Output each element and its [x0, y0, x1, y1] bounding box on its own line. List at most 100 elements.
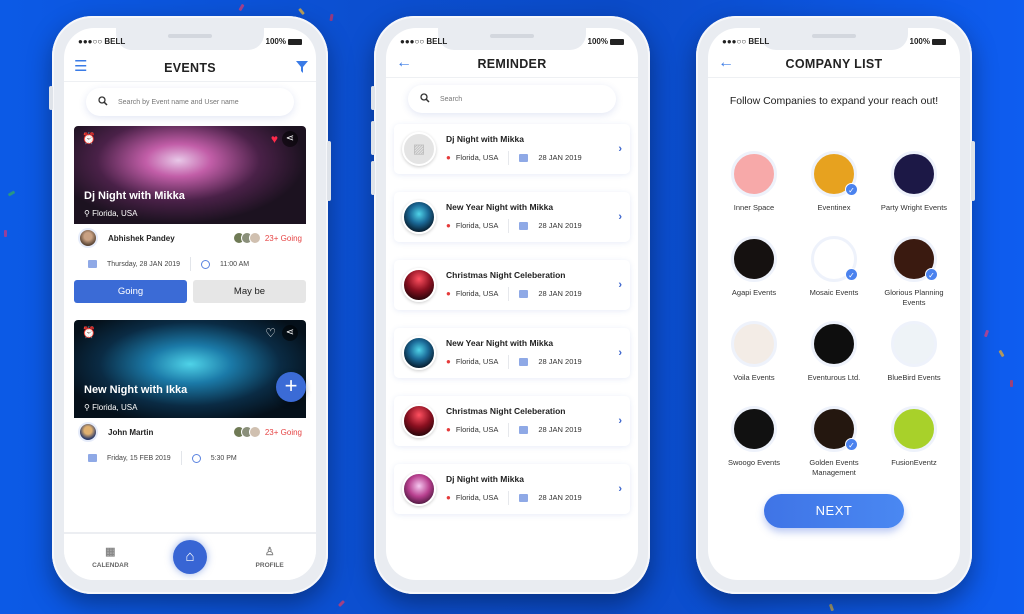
reminder-title: Dj Night with Mikka: [446, 473, 524, 484]
host-avatar[interactable]: [78, 422, 98, 442]
chevron-right-icon[interactable]: ›: [618, 279, 622, 291]
alarm-icon[interactable]: ⏰: [82, 132, 96, 145]
battery-icon: [932, 38, 946, 45]
reminder-thumbnail: [402, 404, 436, 438]
reminder-thumbnail: [402, 336, 436, 370]
company-item[interactable]: Party Wright Events: [874, 151, 954, 230]
location-pin-icon: ●: [446, 153, 451, 162]
chevron-right-icon[interactable]: ›: [618, 347, 622, 359]
calendar-icon: ▦: [105, 545, 116, 558]
tab-calendar[interactable]: ▦ CALENDAR: [80, 546, 140, 569]
company-logo[interactable]: [731, 151, 777, 197]
events-header: ☰ EVENTS: [64, 54, 316, 82]
company-item[interactable]: Swoogo Events: [714, 406, 794, 485]
battery-icon: [610, 38, 624, 45]
home-icon: ⌂: [185, 548, 195, 565]
back-arrow-icon[interactable]: ←: [396, 55, 412, 71]
share-icon[interactable]: ⋖: [282, 131, 298, 147]
heart-outline-icon[interactable]: ♡: [265, 326, 276, 340]
company-name: Mosaic Events: [809, 288, 859, 297]
company-name: Inner Space: [733, 203, 775, 212]
host-avatar[interactable]: [78, 228, 98, 248]
company-item[interactable]: BlueBird Events: [874, 321, 954, 400]
add-event-button[interactable]: +: [276, 372, 306, 402]
company-item[interactable]: ✓ Golden Events Management: [794, 406, 874, 485]
attendee-avatars[interactable]: [232, 232, 261, 244]
reminder-title: Dj Night with Mikka: [446, 133, 524, 144]
check-icon: ✓: [925, 268, 938, 281]
company-logo[interactable]: ✓: [891, 236, 938, 282]
phone-reminder: ●●●○○ BELL 100% ← REMINDER Search ▨ Dj N…: [371, 16, 650, 594]
company-item[interactable]: ✓ Mosaic Events: [794, 236, 874, 315]
chevron-right-icon[interactable]: ›: [618, 143, 622, 155]
chevron-right-icon[interactable]: ›: [618, 483, 622, 495]
back-arrow-icon[interactable]: ←: [718, 55, 734, 71]
reminder-item[interactable]: Christmas Night Celeberation ● Florida, …: [394, 396, 630, 446]
company-name: Voila Events: [733, 373, 775, 382]
company-item[interactable]: Eventurous Ltd.: [794, 321, 874, 400]
company-item[interactable]: Voila Events: [714, 321, 794, 400]
status-bar: ●●●○○ BELL 100%: [78, 37, 302, 46]
reminder-title: Christmas Night Celeberation: [446, 269, 566, 280]
company-logo[interactable]: [891, 151, 937, 197]
reminder-item[interactable]: ▨ Dj Night with Mikka ● Florida, USA 28 …: [394, 124, 630, 174]
attendee-avatars[interactable]: [232, 426, 261, 438]
company-name: Agapi Events: [731, 288, 777, 297]
battery-label: 100%: [909, 37, 930, 46]
menu-icon[interactable]: ☰: [74, 59, 87, 74]
company-logo[interactable]: ✓: [811, 236, 858, 282]
filter-icon[interactable]: [296, 60, 308, 78]
event-card[interactable]: ⏰ ♡ ⋖ New Night with Ikka ⚲ Florida, USA…: [74, 320, 306, 470]
company-item[interactable]: ✓ Glorious Planning Events: [874, 236, 954, 315]
reminder-item[interactable]: Dj Night with Mikka ● Florida, USA 28 JA…: [394, 464, 630, 514]
phone-company-list: ●●●○○ BELL 100% ← COMPANY LIST Follow Co…: [696, 16, 975, 594]
reminder-search-input[interactable]: Search: [408, 85, 616, 113]
company-logo[interactable]: [731, 321, 777, 367]
company-item[interactable]: FusionEventz: [874, 406, 954, 485]
company-logo[interactable]: [891, 406, 937, 452]
company-logo[interactable]: [891, 321, 937, 367]
company-name: Eventurous Ltd.: [807, 373, 861, 382]
event-name: New Night with Ikka: [84, 384, 188, 396]
company-logo[interactable]: [731, 406, 777, 452]
event-date: Friday, 15 FEB 2019: [107, 454, 171, 462]
host-row: Abhishek Pandey 23+ Going: [74, 224, 306, 252]
company-name: Eventinex: [817, 203, 851, 212]
company-item[interactable]: Agapi Events: [714, 236, 794, 315]
going-count[interactable]: 23+ Going: [265, 428, 302, 437]
event-card[interactable]: ⏰ ♥ ⋖ Dj Night with Mikka ⚲ Florida, USA…: [74, 126, 306, 303]
events-search-input[interactable]: Search by Event name and User name: [86, 88, 294, 116]
reminder-item[interactable]: New Year Night with Mikka ● Florida, USA…: [394, 192, 630, 242]
company-logo[interactable]: ✓: [811, 151, 858, 197]
location-pin-icon: ●: [446, 289, 451, 298]
company-logo[interactable]: ✓: [811, 406, 858, 452]
location-pin-icon: ●: [446, 493, 451, 502]
chevron-right-icon[interactable]: ›: [618, 415, 622, 427]
company-logo[interactable]: [811, 321, 857, 367]
next-button[interactable]: NEXT: [764, 494, 904, 528]
company-item[interactable]: Inner Space: [714, 151, 794, 230]
heart-filled-icon[interactable]: ♥: [271, 132, 278, 146]
host-row: John Martin 23+ Going: [74, 418, 306, 446]
going-count[interactable]: 23+ Going: [265, 234, 302, 243]
reminder-date: 28 JAN 2019: [538, 153, 582, 162]
company-logo[interactable]: [731, 236, 777, 282]
events-screen: ●●●○○ BELL 100% ☰ EVENTS Search by Event…: [64, 28, 316, 580]
home-button[interactable]: ⌂: [172, 540, 207, 574]
calendar-icon: [88, 260, 97, 268]
tab-profile[interactable]: ♙ PROFILE: [240, 546, 300, 569]
reminder-location: Florida, USA: [455, 357, 499, 366]
maybe-button[interactable]: May be: [193, 280, 306, 303]
reminder-location: Florida, USA: [455, 153, 499, 162]
event-image: ⏰ ♥ ⋖ Dj Night with Mikka ⚲ Florida, USA: [74, 126, 306, 224]
reminder-item[interactable]: Christmas Night Celeberation ● Florida, …: [394, 260, 630, 310]
going-button[interactable]: Going: [74, 280, 187, 303]
page-title: EVENTS: [164, 60, 216, 75]
alarm-icon[interactable]: ⏰: [82, 326, 96, 339]
reminder-screen: ●●●○○ BELL 100% ← REMINDER Search ▨ Dj N…: [386, 28, 638, 580]
reminder-item[interactable]: New Year Night with Mikka ● Florida, USA…: [394, 328, 630, 378]
company-item[interactable]: ✓ Eventinex: [794, 151, 874, 230]
chevron-right-icon[interactable]: ›: [618, 211, 622, 223]
share-icon[interactable]: ⋖: [282, 325, 298, 341]
location-pin-icon: ●: [446, 357, 451, 366]
